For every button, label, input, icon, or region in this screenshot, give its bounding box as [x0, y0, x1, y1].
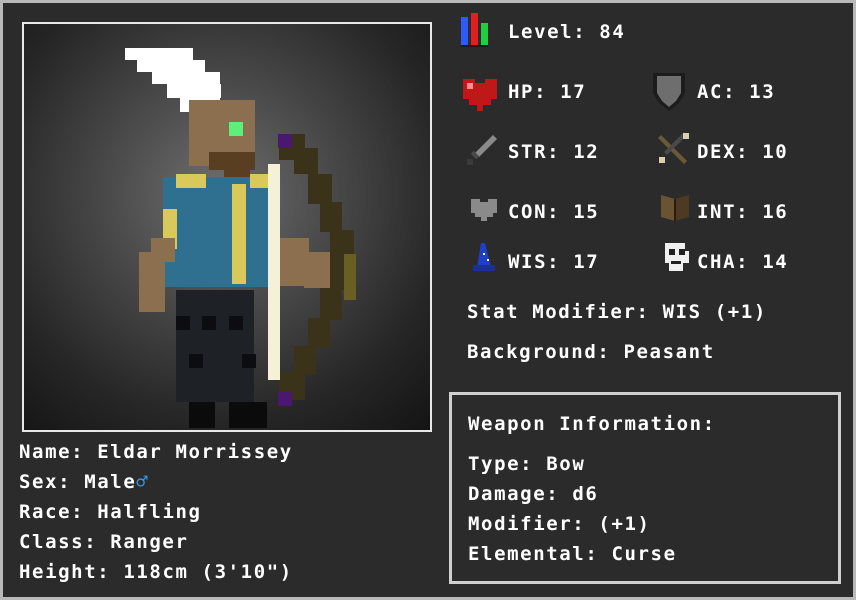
- ac-value: 13: [749, 81, 776, 103]
- wis-label: WIS:: [508, 251, 561, 273]
- sword-icon: [467, 135, 497, 165]
- gray-heart-icon: [471, 199, 497, 221]
- mask-icon: [665, 243, 689, 271]
- dex-row: DEX: 10: [697, 141, 788, 163]
- weapon-modifier-row: Modifier: (+1): [468, 513, 651, 535]
- crossbow-icon: [658, 132, 689, 164]
- weapon-damage-value: d6: [572, 483, 599, 505]
- character-portrait: [22, 22, 432, 432]
- str-value: 12: [573, 141, 600, 163]
- sex-row: Sex: Male♂: [19, 471, 149, 493]
- weapon-type-row: Type: Bow: [468, 453, 585, 475]
- weapon-elemental-row: Elemental: Curse: [468, 543, 677, 565]
- dex-label: DEX:: [697, 141, 750, 163]
- con-row: CON: 15: [508, 201, 599, 223]
- wis-value: 17: [573, 251, 600, 273]
- hp-row: HP: 17: [508, 81, 586, 103]
- weapon-type-value: Bow: [546, 453, 586, 475]
- character-height: 118cm (3'10"): [123, 561, 293, 583]
- character-sheet: Name: Eldar Morrissey Sex: Male♂ Race: H…: [3, 3, 853, 597]
- level-value: 84: [599, 21, 626, 43]
- weapon-info-panel: Weapon Information: Type: Bow Damage: d6…: [449, 392, 841, 584]
- height-row: Height: 118cm (3'10"): [19, 561, 293, 583]
- class-row: Class: Ranger: [19, 531, 189, 553]
- stat-modifier-value: WIS (+1): [662, 301, 767, 323]
- dex-value: 10: [762, 141, 789, 163]
- male-symbol-icon: ♂: [136, 471, 150, 493]
- sex-label: Sex:: [19, 471, 72, 493]
- race-label: Race:: [19, 501, 85, 523]
- stat-modifier-row: Stat Modifier: WIS (+1): [467, 301, 767, 323]
- weapon-modifier-value: (+1): [598, 513, 651, 535]
- character-sprite: [125, 48, 356, 428]
- weapon-damage-row: Damage: d6: [468, 483, 598, 505]
- character-sex: Male: [84, 471, 137, 493]
- int-row: INT: 16: [697, 201, 788, 223]
- height-label: Height:: [19, 561, 111, 583]
- ac-label: AC:: [697, 81, 737, 103]
- cha-label: CHA:: [697, 251, 750, 273]
- cha-value: 14: [762, 251, 789, 273]
- class-label: Class:: [19, 531, 98, 553]
- int-label: INT:: [697, 201, 750, 223]
- ac-row: AC: 13: [697, 81, 775, 103]
- level-row: Level: 84: [508, 21, 625, 43]
- stat-modifier-label: Stat Modifier:: [467, 301, 650, 323]
- book-icon: [661, 195, 689, 221]
- hp-label: HP:: [508, 81, 548, 103]
- wizard-hat-icon: [473, 243, 495, 271]
- str-row: STR: 12: [508, 141, 599, 163]
- background-row: Background: Peasant: [467, 341, 715, 363]
- character-race: Halfling: [97, 501, 202, 523]
- hp-value: 17: [560, 81, 587, 103]
- character-name: Eldar Morrissey: [97, 441, 293, 463]
- weapon-elemental-value: Curse: [611, 543, 677, 565]
- cha-row: CHA: 14: [697, 251, 788, 273]
- character-class: Ranger: [110, 531, 189, 553]
- background-label: Background:: [467, 341, 611, 363]
- shield-icon: [653, 73, 685, 111]
- weapon-info-title: Weapon Information:: [468, 413, 716, 435]
- race-row: Race: Halfling: [19, 501, 202, 523]
- con-value: 15: [573, 201, 600, 223]
- name-label: Name:: [19, 441, 85, 463]
- background-value: Peasant: [623, 341, 715, 363]
- weapon-type-label: Type:: [468, 453, 534, 475]
- level-bars-icon: [461, 13, 488, 47]
- wis-row: WIS: 17: [508, 251, 599, 273]
- int-value: 16: [762, 201, 789, 223]
- str-label: STR:: [508, 141, 561, 163]
- weapon-elemental-label: Elemental:: [468, 543, 599, 565]
- weapon-damage-label: Damage:: [468, 483, 560, 505]
- con-label: CON:: [508, 201, 561, 223]
- level-label: Level:: [508, 21, 587, 43]
- weapon-modifier-label: Modifier:: [468, 513, 586, 535]
- heart-icon: [463, 79, 497, 111]
- name-row: Name: Eldar Morrissey: [19, 441, 293, 463]
